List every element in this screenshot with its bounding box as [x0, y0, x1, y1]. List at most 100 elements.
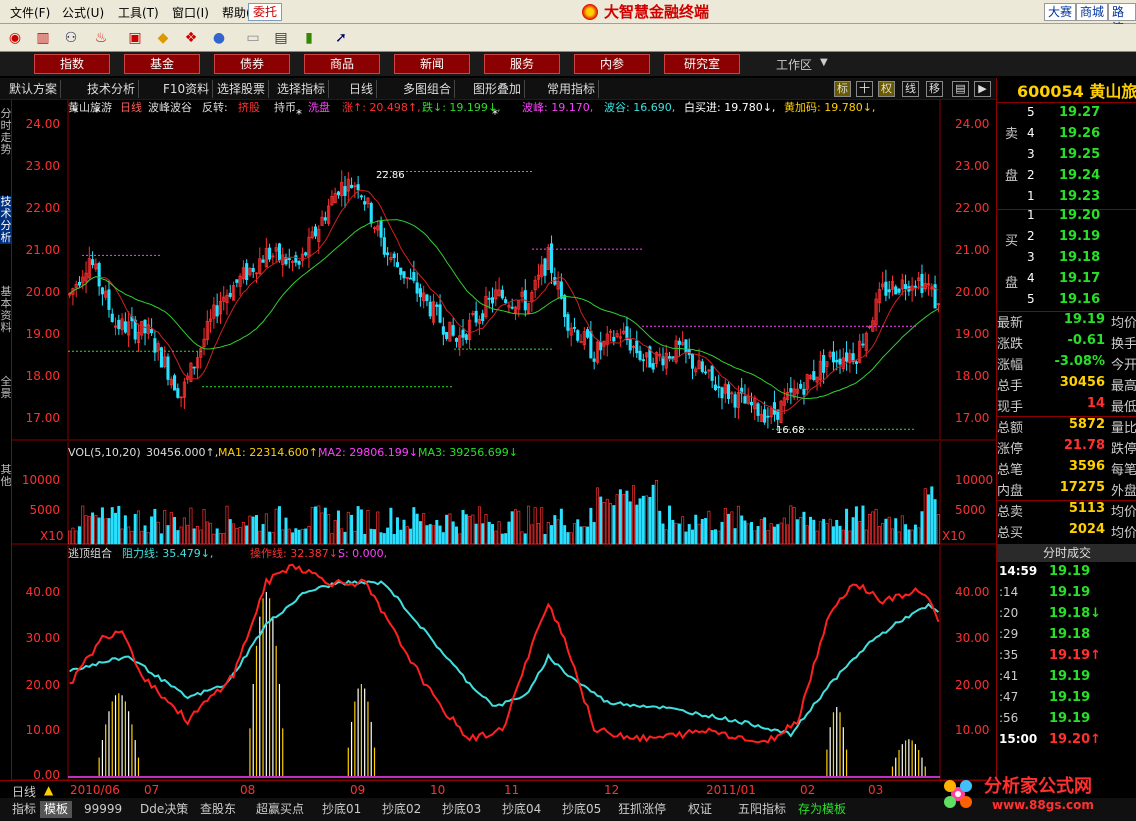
bottom-tab[interactable]: 模板 [40, 801, 73, 818]
ticks-header[interactable]: 分时成交 [997, 544, 1136, 562]
tick-price: 19.19 [1049, 669, 1091, 684]
bottom-tab[interactable]: 抄底04 [498, 801, 545, 818]
next-icon[interactable]: ▶ [974, 81, 991, 97]
buy-level-5[interactable]: 5 19.16 [997, 292, 1136, 313]
tab-technical[interactable]: 技术分析 [84, 80, 140, 98]
sell-level-5[interactable]: 5 19.27 [997, 105, 1136, 126]
nav-insider[interactable]: 内参 [574, 54, 650, 74]
bottom-tab[interactable]: 权证 [684, 801, 716, 818]
bottom-tab[interactable]: 抄底02 [378, 801, 425, 818]
tab-default-scheme[interactable]: 默认方案 [6, 80, 62, 98]
eye-icon[interactable]: ◉ [4, 27, 26, 49]
tab-f10[interactable]: F10资料 [160, 80, 214, 98]
menu-window[interactable]: 窗口(I) [172, 4, 209, 21]
nav-research[interactable]: 研究室 [664, 54, 740, 74]
crosshair-toggle[interactable]: 十 [856, 81, 873, 97]
ind-tick-right: 30.00 [955, 631, 989, 645]
buy-level-1[interactable]: 1 19.20 [997, 208, 1136, 229]
volume-bar [838, 525, 842, 545]
line-toggle[interactable]: 线 [902, 81, 919, 97]
bottom-tab[interactable]: 五阳指标 [734, 801, 790, 818]
move-toggle[interactable]: 移 [926, 81, 943, 97]
kline-chart[interactable]: * * * * 黄山旅游 日线 波峰波谷 反转: 挤股 持币 洗盘 涨↑: 20.49… [12, 100, 996, 780]
nav-commodity[interactable]: 商品 [304, 54, 380, 74]
bottom-tab[interactable]: 抄底05 [558, 801, 605, 818]
chart-icon[interactable]: ❖ [180, 27, 202, 49]
tick-row: :47 19.19 [997, 690, 1136, 711]
globe-icon[interactable]: ● [208, 27, 230, 49]
volume-bar [769, 523, 773, 545]
binoculars-icon[interactable]: ⚇ [60, 27, 82, 49]
bottom-tab[interactable]: 狂抓涨停 [614, 801, 670, 818]
buy-book: 买 盘 1 19.20 2 19.19 3 19.18 4 19.17 5 19.16 [997, 208, 1136, 312]
candle-body [133, 319, 137, 340]
volume-bar [461, 510, 465, 545]
link-roadshow[interactable]: 路演 [1108, 3, 1136, 35]
tab-select-indicator[interactable]: 选择指标 [274, 80, 330, 98]
level-price: 19.18 [1059, 250, 1101, 265]
link-mall[interactable]: 商城 [1076, 3, 1109, 21]
buy-level-2[interactable]: 2 19.19 [997, 229, 1136, 250]
diamond-icon[interactable]: ◆ [152, 27, 174, 49]
ind-tick-right: 20.00 [955, 678, 989, 692]
tab-multi-chart[interactable]: 多图组合 [400, 80, 456, 98]
bottom-tab[interactable]: 指标 [8, 801, 40, 818]
bottom-tab[interactable]: 超赢买点 [252, 801, 308, 818]
tab-daily[interactable]: 日线 [346, 80, 378, 98]
ltab-fundamentals[interactable]: 基本资料 [0, 286, 12, 334]
nav-fund[interactable]: 基金 [124, 54, 200, 74]
window-icon[interactable]: ▤ [270, 27, 292, 49]
sell-level-2[interactable]: 2 19.24 [997, 168, 1136, 189]
menu-file[interactable]: 文件(F) [10, 4, 50, 21]
print-icon[interactable]: ▭ [242, 27, 264, 49]
bottom-tab[interactable]: 存为模板 [794, 801, 850, 818]
book-icon[interactable]: ▣ [124, 27, 146, 49]
layout-icon[interactable]: ▤ [952, 81, 969, 97]
ltab-panorama[interactable]: 全景 [0, 376, 12, 400]
bars-icon[interactable]: ▥ [32, 27, 54, 49]
volume-bar [418, 521, 422, 545]
weituo-button[interactable]: 委托 [248, 3, 282, 21]
tab-overlay[interactable]: 图形叠加 [470, 80, 526, 98]
sell-level-4[interactable]: 4 19.26 [997, 126, 1136, 147]
left-vertical-tabs: 分时走势 技术分析 基本资料 全景 其他 [0, 100, 12, 780]
volume-bar [179, 526, 183, 545]
mark-toggle[interactable]: 标 [834, 81, 851, 97]
workarea-label[interactable]: 工作区 [776, 56, 812, 73]
tab-common-indicators[interactable]: 常用指标 [544, 80, 600, 98]
candle-body [323, 217, 327, 221]
sell-level-1[interactable]: 1 19.23 [997, 189, 1136, 210]
stat-label-right: 今开 [1111, 358, 1136, 373]
ltab-technical[interactable]: 技术分析 [0, 196, 12, 244]
buy-level-4[interactable]: 4 19.17 [997, 271, 1136, 292]
ltab-intraday[interactable]: 分时走势 [0, 108, 12, 156]
link-contest[interactable]: 大赛 [1044, 3, 1077, 21]
tab-select-stock[interactable]: 选择股票 [214, 80, 270, 98]
x-axis-label: 11 [504, 783, 520, 797]
tick-price: 19.19↑ [1049, 648, 1102, 663]
x-axis-label: 07 [144, 783, 160, 797]
volume-bar [382, 533, 386, 545]
bottom-tab[interactable]: 抄底03 [438, 801, 485, 818]
candle-body [117, 319, 121, 330]
sell-level-3[interactable]: 3 19.25 [997, 147, 1136, 168]
menu-tools[interactable]: 工具(T) [118, 4, 159, 21]
nav-index[interactable]: 指数 [34, 54, 110, 74]
bottom-tab[interactable]: 99999 [80, 801, 126, 818]
buy-level-3[interactable]: 3 19.18 [997, 250, 1136, 271]
nav-bond[interactable]: 债券 [214, 54, 290, 74]
volume-bar [300, 528, 304, 545]
volume-panel [68, 480, 940, 545]
nav-service[interactable]: 服务 [484, 54, 560, 74]
alarm-icon[interactable]: ♨ [90, 27, 112, 49]
menu-formula[interactable]: 公式(U) [62, 4, 104, 21]
nav-news[interactable]: 新闻 [394, 54, 470, 74]
rights-toggle[interactable]: 权 [878, 81, 895, 97]
help-pointer-icon[interactable]: ➚ [330, 27, 352, 49]
bottom-tab[interactable]: 查股东 [196, 801, 240, 818]
bottom-tab[interactable]: Dde决策 [136, 801, 192, 818]
bottom-tab[interactable]: 抄底01 [318, 801, 365, 818]
workarea-dropdown-icon[interactable]: ▼ [820, 57, 828, 68]
ltab-other[interactable]: 其他 [0, 464, 12, 488]
column-chart-icon[interactable]: ▮ [298, 27, 320, 49]
